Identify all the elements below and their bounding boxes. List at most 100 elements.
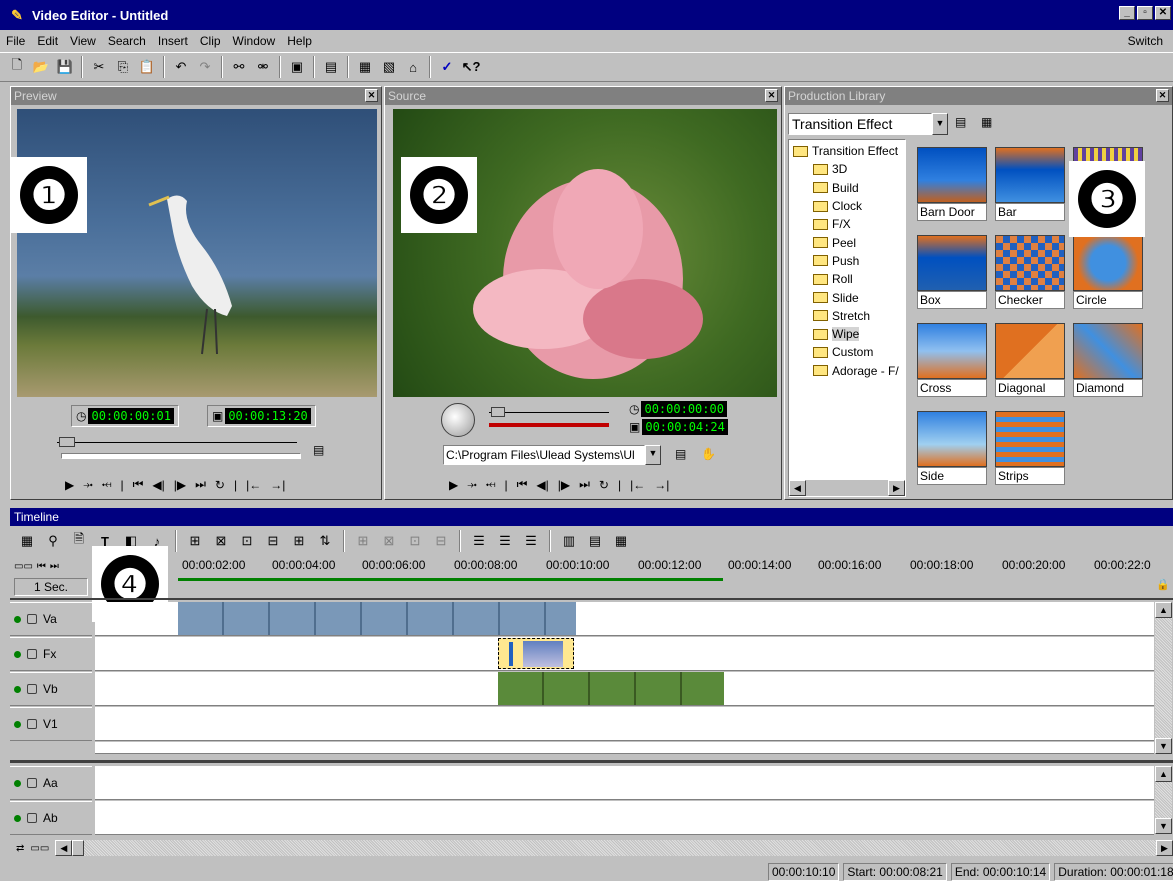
tree-item-clock[interactable]: Clock <box>793 197 905 215</box>
storyboard-icon[interactable]: ▦ <box>16 530 38 552</box>
tree-root[interactable]: Transition Effect <box>793 142 905 160</box>
tree-item-stretch[interactable]: Stretch <box>793 307 905 325</box>
go-to-start-icon[interactable]: ⏮ <box>517 477 528 492</box>
play-to-out-icon[interactable]: ⤟ <box>102 477 112 492</box>
preview-scrub-slider[interactable] <box>57 437 303 449</box>
thumbnail-view-icon[interactable]: ▦ <box>981 115 992 129</box>
snap-icon[interactable]: ▥ <box>558 530 580 552</box>
tree-hscrollbar[interactable]: ◀ ▶ <box>789 480 905 496</box>
track-header-fx[interactable]: Fx <box>10 637 92 671</box>
list-view-icon[interactable]: ▤ <box>955 115 966 129</box>
source-close-icon[interactable]: ✕ <box>765 89 778 102</box>
menu-help[interactable]: Help <box>281 34 318 48</box>
loop-icon[interactable]: ↻ <box>215 478 225 492</box>
chevron-down-icon[interactable]: ▼ <box>645 445 661 465</box>
save-icon[interactable]: 💾 <box>54 56 76 78</box>
preview-range-bar[interactable] <box>178 578 723 581</box>
mark-in-icon[interactable]: |← <box>246 478 261 492</box>
thumb-diamond[interactable]: Diamond <box>1073 323 1143 397</box>
play-icon[interactable]: ▶ <box>449 478 458 492</box>
thumb-strips[interactable]: Strips <box>995 411 1065 485</box>
loop-icon[interactable]: ↻ <box>599 478 609 492</box>
open-folder-icon[interactable]: 📂 <box>30 56 52 78</box>
tree-item-3d[interactable]: 3D <box>793 160 905 178</box>
tree-item-wipe[interactable]: Wipe <box>793 325 905 343</box>
capture-icon[interactable]: ▣ <box>286 56 308 78</box>
tree-item-peel[interactable]: Peel <box>793 233 905 251</box>
source-window-icon[interactable]: ▧ <box>378 56 400 78</box>
minimize-button[interactable]: _ <box>1119 6 1135 20</box>
scroll-up-icon[interactable]: ▲ <box>1155 766 1172 782</box>
lock-icon[interactable] <box>27 778 37 788</box>
track-header-va[interactable]: Va <box>10 602 92 636</box>
insert-video-icon[interactable]: ⚲ <box>42 530 64 552</box>
lock-icon[interactable] <box>27 684 37 694</box>
audio-view-icon[interactable]: ⇄ <box>16 843 24 854</box>
play-icon[interactable]: ▶ <box>65 478 74 492</box>
track-ab[interactable] <box>95 801 1154 835</box>
prev-icon[interactable]: ⏮ <box>37 561 46 572</box>
ripple-icon[interactable]: ⊞ <box>288 530 310 552</box>
track-header-aa[interactable]: Aa <box>10 766 92 800</box>
tree-item-adorage[interactable]: Adorage - F/ <box>793 362 905 380</box>
source-trim-bar[interactable] <box>489 423 609 427</box>
align-right-icon[interactable]: ☰ <box>520 530 542 552</box>
preview-trim-bar[interactable] <box>61 453 301 459</box>
restore-button[interactable]: ▫ <box>1137 6 1153 20</box>
menu-insert[interactable]: Insert <box>152 34 194 48</box>
preview-close-icon[interactable]: ✕ <box>365 89 378 102</box>
go-to-start-icon[interactable]: ⏮ <box>133 477 144 492</box>
mark-in-icon[interactable]: |← <box>630 478 645 492</box>
zoom-fit-icon[interactable]: ▤ <box>584 530 606 552</box>
options-icon[interactable]: ▤ <box>675 447 686 461</box>
step-forward-icon[interactable]: |▶ <box>174 478 186 492</box>
find-icon[interactable]: ⚯ <box>228 56 250 78</box>
go-to-end-icon[interactable]: ⏭ <box>579 477 590 492</box>
slider-thumb[interactable] <box>59 437 75 447</box>
thumb-side[interactable]: Side <box>917 411 987 485</box>
lock-icon[interactable] <box>27 649 37 659</box>
menu-window[interactable]: Window <box>227 34 282 48</box>
undo-icon[interactable]: ↶ <box>170 56 192 78</box>
slider-thumb[interactable] <box>491 407 505 417</box>
close-button[interactable]: ✕ <box>1155 6 1171 20</box>
audio-vscrollbar[interactable]: ▲ ▼ <box>1155 766 1172 834</box>
menu-edit[interactable]: Edit <box>31 34 64 48</box>
tree-item-push[interactable]: Push <box>793 252 905 270</box>
play-from-in-icon[interactable]: ⤞ <box>83 477 93 492</box>
insert-file-icon[interactable]: 🗎 <box>68 530 90 552</box>
select-icon[interactable]: ⊞ <box>184 530 206 552</box>
view-mode-icon[interactable]: ▭▭ <box>14 561 33 572</box>
video-vscrollbar[interactable]: ▲ ▼ <box>1155 602 1172 754</box>
source-current-time[interactable]: 00:00:00:00 <box>641 401 727 417</box>
track-view-icon[interactable]: ▭▭ <box>30 843 49 854</box>
visibility-icon[interactable] <box>14 685 21 693</box>
mark-out-icon[interactable]: →| <box>654 478 669 492</box>
razor-icon[interactable]: ⊟ <box>262 530 284 552</box>
lock-icon[interactable] <box>27 614 37 624</box>
step-back-icon[interactable]: ◀| <box>152 478 164 492</box>
track-aa[interactable] <box>95 766 1154 800</box>
track-va[interactable] <box>95 602 1154 636</box>
time-shift-icon[interactable]: ⊠ <box>210 530 232 552</box>
tree-item-custom[interactable]: Custom <box>793 343 905 361</box>
track-v1[interactable] <box>95 707 1154 741</box>
transition-clip[interactable] <box>498 638 574 669</box>
chevron-down-icon[interactable]: ▼ <box>932 113 948 135</box>
library-category-dropdown[interactable]: Transition Effect ▼ <box>788 113 948 135</box>
thumb-cross[interactable]: Cross <box>917 323 987 397</box>
menu-view[interactable]: View <box>64 34 102 48</box>
preview-duration-time[interactable]: ▣ 00:00:13:20 <box>206 405 316 427</box>
visibility-icon[interactable] <box>14 814 21 822</box>
scroll-down-icon[interactable]: ▼ <box>1155 738 1172 754</box>
source-path-dropdown[interactable]: C:\Program Files\Ulead Systems\Ul ▼ <box>443 445 661 465</box>
thumb-box[interactable]: Box <box>917 235 987 309</box>
next-icon[interactable]: ⏭ <box>50 561 59 572</box>
lock-icon[interactable] <box>27 719 37 729</box>
video-clip-lotus[interactable] <box>498 672 724 705</box>
cue-icon[interactable]: ⇅ <box>314 530 336 552</box>
tree-item-roll[interactable]: Roll <box>793 270 905 288</box>
source-duration-time[interactable]: 00:00:04:24 <box>642 419 728 435</box>
preview-window-icon[interactable]: ▦ <box>354 56 376 78</box>
step-back-icon[interactable]: ◀| <box>536 478 548 492</box>
